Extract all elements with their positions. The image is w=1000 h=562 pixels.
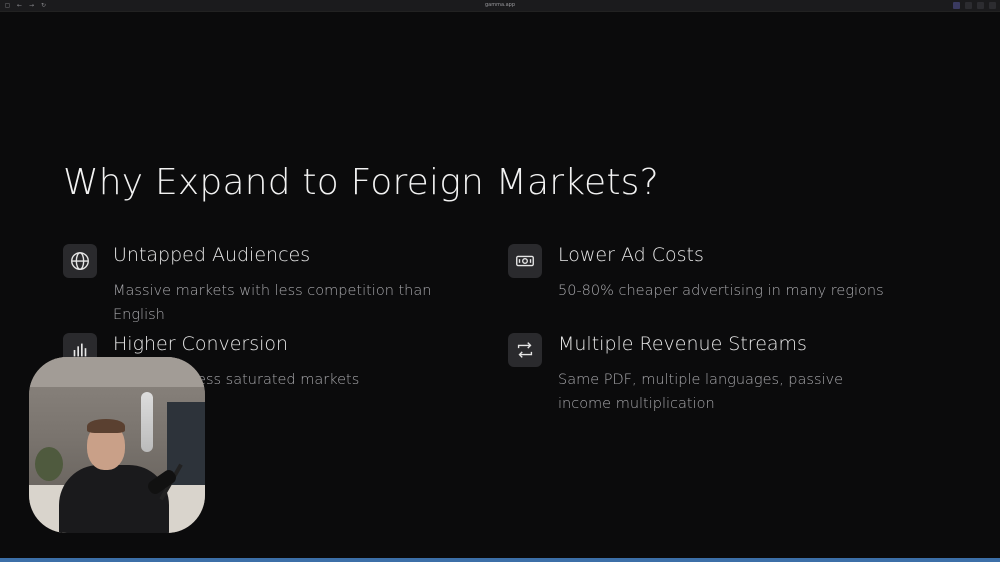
sidebar-toggle-icon[interactable]: ▢ — [4, 2, 11, 9]
tabs-icon[interactable] — [989, 2, 996, 9]
webcam-overlay[interactable] — [29, 357, 205, 533]
back-icon[interactable]: ← — [16, 2, 23, 9]
globe-icon — [63, 244, 97, 278]
extension-icon[interactable] — [953, 2, 960, 9]
share-icon[interactable] — [977, 2, 984, 9]
webcam-person-body — [59, 465, 169, 533]
slide-title: Why Expand to Foreign Markets? — [63, 162, 659, 203]
forward-icon[interactable]: → — [28, 2, 35, 9]
feature-title: Higher Conversion — [113, 333, 289, 355]
webcam-ceiling — [29, 357, 205, 387]
webcam-lamp — [141, 392, 153, 452]
feature-title: Multiple Revenue Streams — [558, 333, 807, 355]
feature-description: Massive markets with less competition th… — [113, 283, 432, 323]
browser-toolbar: ▢ ← → ↻ gamma.app — [0, 0, 1000, 12]
webcam-plant — [35, 447, 63, 481]
feature-description: Same PDF, multiple languages, passive in… — [558, 372, 844, 412]
feature-description: less saturated markets — [193, 372, 360, 388]
bottom-accent-bar — [0, 558, 1000, 562]
feature-title: Untapped Audiences — [113, 244, 311, 266]
profile-icon[interactable] — [965, 2, 972, 9]
address-bar[interactable]: gamma.app — [470, 1, 530, 10]
feature-title: Lower Ad Costs — [558, 244, 704, 266]
screen: ▢ ← → ↻ gamma.app Why Expand to Foreign … — [0, 0, 1000, 562]
banknote-icon — [508, 244, 542, 278]
repeat-icon — [508, 333, 542, 367]
reload-icon[interactable]: ↻ — [40, 2, 47, 9]
feature-description: 50-80% cheaper advertising in many regio… — [558, 283, 884, 299]
webcam-person-hair — [87, 419, 125, 433]
